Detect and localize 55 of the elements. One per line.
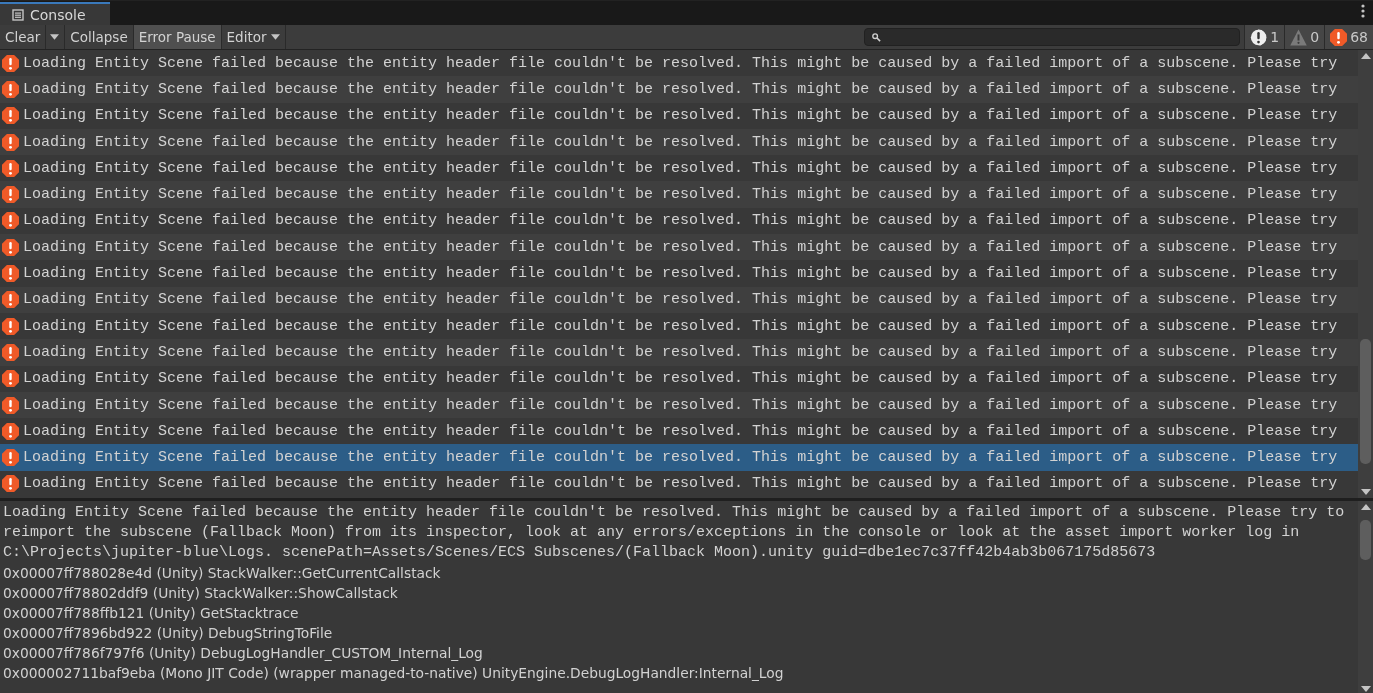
scroll-down-icon[interactable]: [1360, 686, 1371, 692]
error-icon: [2, 133, 19, 151]
stack-trace-line: 0x00007ff7896bd922 (Unity) DebugStringToFile: [3, 624, 334, 643]
stack-trace-line: 0x00007ff788ffb121 (Unity) GetStacktrace: [3, 604, 300, 623]
scrollbar[interactable]: [1358, 50, 1373, 498]
warning-icon: [1290, 28, 1308, 46]
error-icon: [2, 212, 19, 230]
stack-trace-line: 0x000002711baf9eba (Mono JIT Code) (wrapper managed-to-native) UnityEngine.DebugLogHandler:Internal_Log: [3, 664, 785, 683]
error-icon: [2, 449, 19, 467]
stack-trace-line: 0x00007ff788028e4d (Unity) StackWalker::GetCurrentCallstack: [3, 564, 442, 583]
warning-count-toggle[interactable]: 0: [1284, 25, 1325, 49]
log-entry[interactable]: Loading Entity Scene failed because the entity header file couldn't be resolved. This might be caused by a failed import of a subscene. Please try: [0, 391, 1358, 419]
caret-icon: [50, 34, 60, 40]
error-icon: [2, 370, 19, 388]
info-icon: [1250, 28, 1268, 46]
toggle-button[interactable]: Error Pause: [133, 25, 222, 49]
error-icon: [2, 422, 19, 440]
stack-trace-line: 0x00007ff78802ddf9 (Unity) StackWalker::ShowCallstack: [3, 584, 399, 603]
log-entry[interactable]: Loading Entity Scene failed because the entity header file couldn't be resolved. This might be caused by a failed import of a subscene. Please try: [0, 234, 1358, 261]
scroll-down-icon[interactable]: [1360, 489, 1371, 495]
error-icon: [2, 475, 19, 493]
scrollbar-thumb[interactable]: [1360, 339, 1371, 464]
error-icon: [2, 80, 19, 98]
error-icon: [2, 317, 19, 335]
search-icon: [872, 32, 882, 42]
log-entry[interactable]: Loading Entity Scene failed because the entity header file couldn't be resolved. This might be caused by a failed import of a subscene. Please try: [0, 339, 1358, 366]
error-icon: [2, 107, 19, 125]
error-icon: [2, 343, 19, 361]
caret-icon: [270, 34, 280, 40]
scrollbar-thumb[interactable]: [1360, 520, 1371, 560]
error-icon: [2, 54, 19, 72]
error-icon: [2, 265, 19, 282]
tab-title: Console: [30, 6, 86, 23]
error-icon: [1330, 28, 1348, 46]
console-tab[interactable]: Console: [0, 2, 110, 25]
search-field[interactable]: [864, 28, 1241, 46]
scrollbar[interactable]: [1358, 501, 1373, 693]
error-count-toggle[interactable]: 68: [1324, 25, 1373, 49]
error-icon: [2, 159, 19, 177]
error-icon: [2, 186, 19, 204]
more-options-icon[interactable]: [1361, 3, 1365, 18]
scroll-up-icon[interactable]: [1360, 504, 1371, 510]
log-entry[interactable]: Loading Entity Scene failed because the entity header file couldn't be resolved. This might be caused by a failed import of a subscene. Please try: [0, 286, 1358, 313]
error-icon: [2, 396, 19, 414]
log-message-detail: Loading Entity Scene failed because the entity header file couldn't be resolved. This might be caused by a failed import of a subscene. Please try to reimport the subscene (Fallback Moon) from its inspector, look at any errors/exceptions in the console or look at the asset import worker log in C:\Projects\jupiter-blue\Logs. scenePath=Assets/Scenes/ECS Subscenes/(Fallback Moon).unity guid=dbe1ec7c37ff42b4ab3b067175d85673: [3, 503, 1346, 563]
error-icon: [2, 238, 19, 256]
stack-trace-line: 0x00007ff786f797f6 (Unity) DebugLogHandler_CUSTOM_Internal_Log: [3, 644, 484, 663]
log-entry[interactable]: Loading Entity Scene failed because the entity header file couldn't be resolved. This might be caused by a failed import of a subscene. Please try: [0, 444, 1358, 471]
console-icon: [12, 8, 24, 21]
scroll-up-icon[interactable]: [1360, 53, 1371, 59]
error-icon: [2, 291, 19, 309]
log-entry[interactable]: Loading Entity Scene failed because the entity header file couldn't be resolved. This might be caused by a failed import of a subscene. Please try: [0, 76, 1358, 103]
info-count-toggle[interactable]: 1: [1244, 25, 1285, 49]
log-entry[interactable]: Loading Entity Scene failed because the entity header file couldn't be resolved. This might be caused by a failed import of a subscene. Please try: [0, 128, 1358, 156]
log-entry[interactable]: Loading Entity Scene failed because the entity header file couldn't be resolved. This might be caused by a failed import of a subscene. Please try: [0, 181, 1358, 208]
